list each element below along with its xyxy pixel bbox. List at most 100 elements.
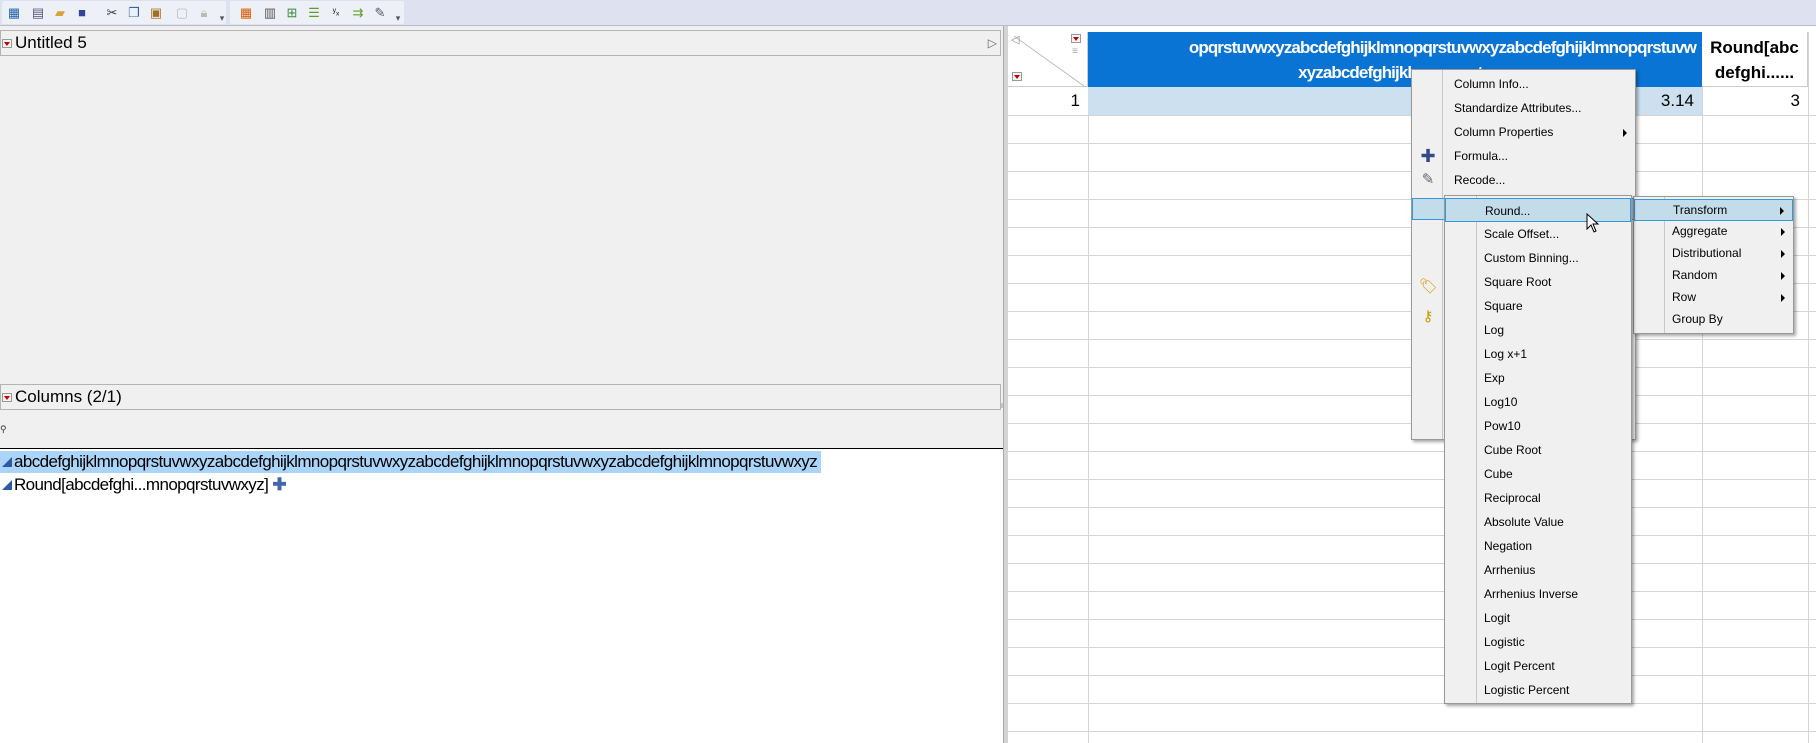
menu-item-absolute-value[interactable]: Absolute Value — [1445, 510, 1631, 534]
transform-submenu: Round... Scale Offset... Custom Binning...… — [1444, 195, 1632, 704]
menu-item-round[interactable]: Round... — [1445, 198, 1631, 222]
grid-column-line — [1808, 32, 1809, 743]
menu-item-label: Absolute Value — [1484, 515, 1564, 529]
menu-item-label: Aggregate — [1672, 224, 1728, 238]
menu-item-logit-percent[interactable]: Logit Percent — [1445, 654, 1631, 678]
menu-item-cube[interactable]: Cube — [1445, 462, 1631, 486]
rows-red-triangle-icon[interactable] — [1012, 72, 1022, 81]
save-icon[interactable]: ■ — [74, 5, 90, 21]
fit-y-by-x-icon[interactable]: ʸₓ — [328, 5, 344, 21]
menu-item-log[interactable]: Log — [1445, 318, 1631, 342]
menu-item-random[interactable]: Random — [1634, 265, 1793, 287]
menu-item-custom-binning[interactable]: Custom Binning... — [1445, 246, 1631, 270]
grid-row-line — [1008, 647, 1816, 648]
grid-column-line — [1702, 32, 1703, 743]
menu-item-logit[interactable]: Logit — [1445, 606, 1631, 630]
submenu-arrow-icon — [1781, 294, 1785, 302]
grid-row-line — [1008, 507, 1816, 508]
menu-item-arrhenius[interactable]: Arrhenius — [1445, 558, 1631, 582]
menu-item-column-properties[interactable]: Column Properties — [1412, 120, 1635, 144]
menu-item-arrhenius-inverse[interactable]: Arrhenius Inverse — [1445, 582, 1631, 606]
submenu-arrow-icon — [1780, 207, 1784, 215]
menu-item-logistic-percent[interactable]: Logistic Percent — [1445, 678, 1631, 702]
menu-item-label: Cube Root — [1484, 443, 1542, 457]
red-triangle-menu-icon[interactable] — [2, 393, 12, 402]
overflow-icon[interactable]: ▾ — [214, 10, 230, 26]
menu-item-recode[interactable]: ✎ Recode... — [1412, 168, 1635, 192]
column-list-item[interactable]: abcdefghijklmnopqrstuvwxyzabcdefghijklmn… — [0, 451, 822, 473]
menu-item-group-by[interactable]: Group By — [1634, 309, 1793, 331]
formula-plus-icon[interactable]: ✚ — [272, 475, 286, 494]
menu-item-column-info[interactable]: Column Info... — [1412, 72, 1635, 96]
menu-item-square-root[interactable]: Square Root — [1445, 270, 1631, 294]
menu-item-label: Logistic — [1484, 635, 1525, 649]
menu-item-exp[interactable]: Exp — [1445, 366, 1631, 390]
flow-icon[interactable]: ⇉ — [350, 5, 366, 21]
menu-item-label: Square — [1484, 299, 1523, 313]
grid-row-line — [1008, 591, 1816, 592]
column-list-item[interactable]: Round[abcdefghi...mnopqrstuvwxyz] ✚ — [0, 474, 287, 496]
columns-panel-header[interactable]: Columns (2/1) — [0, 384, 1001, 410]
new-data-table-icon[interactable]: ▦ — [6, 5, 22, 21]
menu-item-formula[interactable]: ✚ Formula... — [1412, 144, 1635, 168]
paste-icon[interactable]: ▣ — [148, 5, 164, 21]
collapse-icon[interactable]: ▷ — [988, 31, 997, 55]
grid-row-line — [1008, 675, 1816, 676]
column-header-line: Round[abc — [1710, 38, 1799, 57]
menu-item-log-x-1[interactable]: Log x+1 — [1445, 342, 1631, 366]
grid-row-line — [1008, 703, 1816, 704]
toolbar-group-analysis: ▦ ▥ ⊞ ☰ ʸₓ ⇉ ✎ ▾ — [230, 1, 404, 24]
bar-chart-icon[interactable]: ☰ — [306, 5, 322, 21]
submenu-arrow-icon — [1781, 272, 1785, 280]
menu-item-cube-root[interactable]: Cube Root — [1445, 438, 1631, 462]
calculator-icon[interactable]: ▥ — [262, 5, 278, 21]
column-header-round[interactable]: Round[abc defghi...... — [1702, 32, 1808, 87]
menu-item-label: Custom Binning... — [1484, 251, 1579, 265]
menu-item-reciprocal[interactable]: Reciprocal — [1445, 486, 1631, 510]
menu-item-row[interactable]: Row — [1634, 287, 1793, 309]
tag-icon: 🏷︎ — [1419, 278, 1439, 295]
menu-item-distributional[interactable]: Distributional — [1634, 243, 1793, 265]
cut-icon[interactable]: ✂ — [104, 5, 120, 21]
menu-item-aggregate[interactable]: Aggregate — [1634, 221, 1793, 243]
search-icon[interactable]: ⚲ — [0, 424, 7, 435]
submenu-arrow-icon — [1623, 129, 1627, 137]
grid-row-line — [1008, 535, 1816, 536]
row-number[interactable]: 1 — [1008, 87, 1088, 115]
data-grid-icon[interactable]: ▦ — [238, 5, 254, 21]
column-header-line: opqrstuvwxyzabcdefghijklmnopqrstuvwxyzab… — [1188, 38, 1697, 57]
menu-item-scale-offset[interactable]: Scale Offset... — [1445, 222, 1631, 246]
menu-item-pow10[interactable]: Pow10 — [1445, 414, 1631, 438]
table-cell[interactable]: 3 — [1702, 87, 1808, 115]
table-panel-header[interactable]: Untitled 5 ▷ — [0, 30, 1001, 56]
overflow-icon[interactable]: ▾ — [390, 10, 406, 26]
menu-item-label: Row — [1672, 290, 1697, 304]
menu-item-logistic[interactable]: Logistic — [1445, 630, 1631, 654]
menu-item-negation[interactable]: Negation — [1445, 534, 1631, 558]
edit-icon[interactable]: ✎ — [372, 5, 388, 21]
menu-item-label: Log x+1 — [1484, 347, 1528, 361]
open-icon[interactable]: ▰ — [52, 5, 68, 21]
key-icon: ⚷ — [1422, 308, 1434, 325]
tabulate-icon[interactable]: ⊞ — [284, 5, 300, 21]
recode-icon: ✎ — [1421, 171, 1435, 188]
menu-item-label: Exp — [1484, 371, 1505, 385]
grid-row-line — [1008, 619, 1816, 620]
toolbar: ▦ ▤ ▰ ■ ✂ ❐ ▣ ▢ 🔒︎ ▾ ▦ ▥ ⊞ ☰ ʸₓ ⇉ ✎ ▾ — [0, 0, 1816, 26]
menu-item-label: Log — [1484, 323, 1505, 337]
menu-item-label: Distributional — [1672, 246, 1742, 260]
menu-item-square[interactable]: Square — [1445, 294, 1631, 318]
lock-icon: 🔒︎ — [200, 5, 208, 20]
copy-icon[interactable]: ❐ — [126, 5, 142, 21]
menu-item-standardize-attributes[interactable]: Standardize Attributes... — [1412, 96, 1635, 120]
menu-item-log10[interactable]: Log10 — [1445, 390, 1631, 414]
scroll-left-icon[interactable]: ◁ — [1011, 33, 1019, 46]
sort-icon: ≡ — [1072, 46, 1078, 57]
columns-red-triangle-icon[interactable] — [1071, 34, 1081, 43]
new-script-icon[interactable]: ▤ — [30, 5, 46, 21]
menu-item-label: Cube — [1484, 467, 1513, 481]
red-triangle-menu-icon[interactable] — [2, 39, 12, 48]
menu-item-transform[interactable]: Transform — [1634, 199, 1793, 221]
menu-item-label: Pow10 — [1484, 419, 1521, 433]
corner-cell[interactable]: ◁ ≡ — [1008, 32, 1088, 87]
